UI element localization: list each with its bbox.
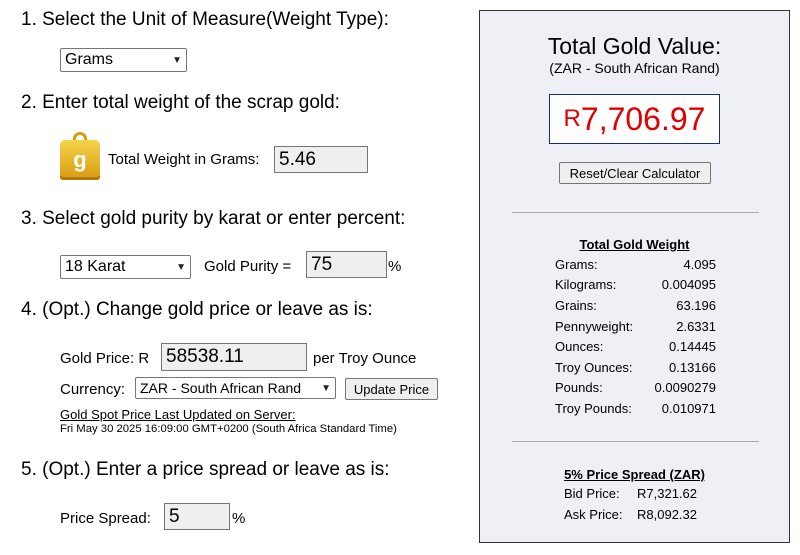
weight-row-label: Ounces:	[555, 339, 604, 355]
purity-label: Gold Purity =	[204, 258, 292, 275]
weight-icon: g	[60, 132, 100, 180]
divider	[512, 441, 759, 442]
bid-price-label: Bid Price:	[564, 486, 620, 501]
weight-row-label: Pounds:	[555, 380, 603, 396]
weight-row: Ounces: 0.14445	[555, 336, 716, 357]
price-label: Gold Price: R	[60, 350, 150, 367]
weight-row: Kilograms: 0.004095	[555, 275, 716, 296]
weight-row-label: Grains:	[555, 297, 597, 313]
chevron-down-icon: ▼	[321, 382, 331, 394]
currency-label: Currency:	[60, 381, 126, 398]
spread-unit: %	[232, 510, 246, 527]
weight-row: Troy Ounces: 0.13166	[555, 357, 716, 378]
ask-price-label: Ask Price:	[564, 507, 623, 522]
currency-select[interactable]: ZAR - South African Rand ▼	[135, 377, 336, 399]
weight-row-value: 4.095	[683, 256, 716, 272]
unit-select-value: Grams	[65, 51, 113, 68]
karat-select-value: 18 Karat	[65, 258, 126, 275]
bid-price-row: Bid Price: R7,321.62	[564, 486, 697, 501]
weight-row-value: 0.004095	[661, 277, 716, 293]
weight-row: Grams: 4.095	[555, 254, 716, 275]
update-price-button[interactable]: Update Price	[345, 378, 438, 400]
weight-row-value: 2.6331	[676, 318, 716, 334]
chevron-down-icon: ▼	[172, 54, 182, 66]
weight-row-value: 63.196	[676, 297, 716, 313]
weight-row: Pounds: 0.0090279	[555, 378, 716, 399]
panel-title: Total Gold Value:	[547, 33, 722, 59]
weight-row: Grains: 63.196	[555, 295, 716, 316]
step2-title: 2. Enter total weight of the scrap gold:	[21, 92, 340, 113]
weight-row-value: 0.14445	[669, 339, 716, 355]
weight-row-value: 0.010971	[661, 400, 716, 416]
spread-heading: 5% Price Spread (ZAR)	[564, 467, 705, 482]
bid-price-value: R7,321.62	[637, 486, 697, 501]
price-input[interactable]: 58538.11	[161, 343, 307, 371]
weight-row: Pennyweight: 2.6331	[555, 316, 716, 337]
spot-price-timestamp: Fri May 30 2025 16:09:00 GMT+0200 (South…	[60, 423, 397, 435]
spread-input[interactable]: 5	[164, 503, 230, 530]
reset-button[interactable]: Reset/Clear Calculator	[559, 162, 711, 184]
weight-input[interactable]: 5.46	[274, 146, 368, 173]
ask-price-row: Ask Price: R8,092.32	[564, 507, 697, 522]
weight-heading: Total Gold Weight	[579, 237, 690, 252]
weight-row-label: Grams:	[555, 256, 598, 272]
purity-input[interactable]: 75	[306, 251, 387, 278]
total-value-box: R 7,706.97	[549, 94, 720, 144]
unit-select[interactable]: Grams ▼	[60, 48, 187, 72]
spot-price-link[interactable]: Gold Spot Price Last Updated on Server:	[60, 407, 296, 422]
spread-label: Price Spread:	[60, 510, 151, 527]
divider	[512, 212, 759, 213]
total-value: 7,706.97	[580, 100, 706, 137]
results-panel: Total Gold Value: (ZAR - South African R…	[479, 10, 790, 543]
step5-title: 5. (Opt.) Enter a price spread or leave …	[21, 459, 390, 480]
weight-list: Grams: 4.095 Kilograms: 0.004095 Grains: 63…	[555, 254, 716, 419]
weight-row: Troy Pounds: 0.010971	[555, 398, 716, 419]
weight-icon-letter: g	[60, 140, 100, 180]
step1-title: 1. Select the Unit of Measure(Weight Typ…	[21, 9, 389, 30]
weight-row-value: 0.0090279	[654, 380, 716, 396]
step4-title: 4. (Opt.) Change gold price or leave as …	[21, 299, 373, 320]
panel-subtitle: (ZAR - South African Rand)	[549, 60, 720, 76]
ask-price-value: R8,092.32	[637, 507, 697, 522]
weight-label: Total Weight in Grams:	[108, 151, 260, 168]
weight-row-label: Pennyweight:	[555, 318, 634, 334]
currency-select-value: ZAR - South African Rand	[140, 380, 302, 396]
step3-title: 3. Select gold purity by karat or enter …	[21, 208, 406, 229]
price-suffix: per Troy Ounce	[313, 350, 417, 367]
purity-unit: %	[388, 258, 402, 275]
karat-select[interactable]: 18 Karat ▼	[60, 255, 191, 279]
weight-row-label: Troy Pounds:	[555, 400, 632, 416]
currency-symbol: R	[563, 105, 581, 132]
weight-row-value: 0.13166	[669, 359, 716, 375]
weight-row-label: Troy Ounces:	[555, 359, 633, 375]
weight-row-label: Kilograms:	[555, 277, 617, 293]
chevron-down-icon: ▼	[176, 261, 186, 273]
